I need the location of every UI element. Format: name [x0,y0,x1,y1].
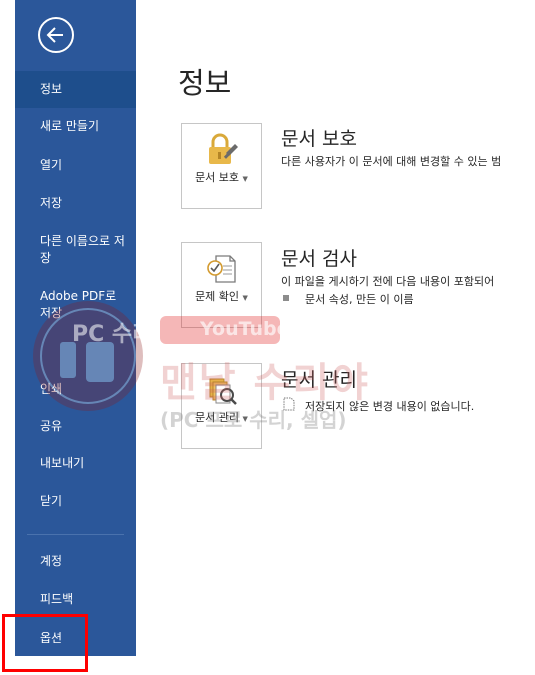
sidebar-item-open[interactable]: 열기 [15,157,136,174]
sidebar-item-account[interactable]: 계정 [15,553,136,570]
sidebar-item-label: 공유 [40,419,63,433]
page-title: 정보 [178,66,232,100]
manage-document-description: 저장되지 않은 변경 내용이 없습니다. [305,400,475,413]
sidebar-item-label: 인쇄 [40,382,63,396]
sidebar-item-info[interactable]: 정보 [15,71,136,108]
sidebar-item-label: 계정 [40,554,63,568]
sidebar-divider [27,534,124,535]
sidebar-item-label: Adobe PDF로 저장 [40,289,117,320]
sidebar-item-feedback[interactable]: 피드백 [15,591,136,608]
sidebar-item-save[interactable]: 저장 [15,195,136,212]
protect-document-title: 문서 보호 [281,128,357,150]
sidebar-item-new[interactable]: 새로 만들기 [15,118,136,135]
sidebar-item-label: 옵션 [40,631,63,645]
sidebar-item-label: 정보 [40,82,63,96]
sidebar-item-close[interactable]: 닫기 [15,493,136,510]
protect-document-button-label: 문서 보호 [195,171,240,184]
inspect-document-title: 문서 검사 [281,248,357,270]
sidebar-item-share[interactable]: 공유 [15,418,136,435]
inspect-document-description: 이 파일을 게시하기 전에 다음 내용이 포함되어 [281,275,495,288]
document-icon [283,397,295,411]
chevron-down-icon: ▼ [242,415,248,423]
sidebar-item-save-adobe-pdf[interactable]: Adobe PDF로 저장 [15,288,136,322]
sidebar-item-export[interactable]: 내보내기 [15,455,136,472]
back-button[interactable] [38,17,74,53]
lock-icon [208,133,238,164]
manage-document-icon [209,378,237,405]
manage-document-title: 문서 관리 [281,369,357,391]
sidebar-item-label: 열기 [40,158,63,172]
check-for-issues-button-label: 문제 확인 [195,290,240,303]
sidebar-item-print[interactable]: 인쇄 [15,381,136,398]
manage-document-button[interactable]: 문서 관리 ▼ [181,363,262,449]
sidebar-item-label: 닫기 [40,494,63,508]
bullet-icon [283,295,289,301]
check-for-issues-button[interactable]: 문제 확인 ▼ [181,242,262,328]
backstage-sidebar: 정보 새로 만들기 열기 저장 다른 이름으로 저장 Adobe PDF로 저장… [15,0,136,656]
sidebar-item-save-as[interactable]: 다른 이름으로 저장 [15,233,136,267]
sidebar-item-label: 피드백 [40,592,74,606]
sidebar-item-label: 다른 이름으로 저장 [40,234,125,265]
protect-document-description: 다른 사용자가 이 문서에 대해 변경할 수 있는 범 [281,155,502,168]
chevron-down-icon: ▼ [242,175,248,183]
sidebar-item-options[interactable]: 옵션 [15,630,136,647]
inspect-document-bullet: 문서 속성, 만든 이 이름 [305,293,414,306]
arrow-left-icon [46,27,63,43]
sidebar-item-label: 저장 [40,196,63,210]
protect-document-button[interactable]: 문서 보호 ▼ [181,123,262,209]
sidebar-item-label: 새로 만들기 [40,119,100,133]
sidebar-item-label: 내보내기 [40,456,85,470]
inspect-document-icon [206,255,236,283]
chevron-down-icon: ▼ [242,294,248,302]
manage-document-button-label: 문서 관리 [195,411,240,424]
